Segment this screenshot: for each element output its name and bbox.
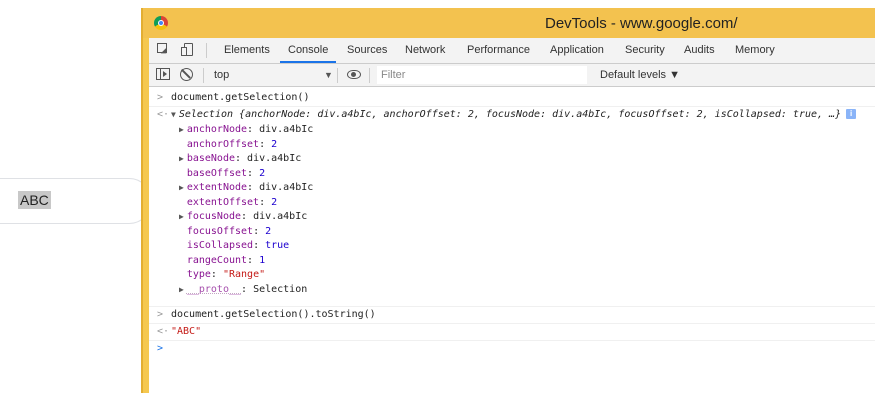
property-value: Selection (253, 283, 308, 295)
property-row: ▶type: "Range" (186, 269, 266, 280)
log-levels-dropdown[interactable]: Default levels ▼ (600, 64, 680, 86)
tab-application[interactable]: Application (542, 38, 612, 63)
console-input-line: > document.getSelection() (149, 91, 875, 105)
property-value: div.a4bIc (259, 124, 314, 135)
property-key: extentOffset (186, 196, 260, 208)
tab-network[interactable]: Network (397, 38, 453, 63)
property-value: div.a4bIc (247, 153, 302, 164)
window-title: DevTools - www.google.com/ (545, 15, 738, 32)
property-key: __proto__ (186, 283, 242, 295)
tab-audits[interactable]: Audits (676, 38, 723, 63)
property-value: div.a4bIc (253, 211, 308, 222)
property-row[interactable]: ▶ __proto__: Selection (149, 283, 875, 297)
console-prompt[interactable]: > (149, 342, 875, 356)
console-result-line-2: <· "ABC" (149, 325, 875, 339)
property-value: 2 (271, 196, 278, 208)
tab-performance[interactable]: Performance (459, 38, 538, 63)
console-divider (149, 306, 875, 307)
devtools-window: DevTools - www.google.com/ Elements Cons… (141, 8, 875, 393)
property-value: 2 (271, 138, 278, 150)
expand-triangle-icon[interactable]: ▶ (179, 183, 184, 192)
devtools-tab-bar: Elements Console Sources Network Perform… (149, 38, 875, 64)
property-value: "Range" (222, 269, 266, 280)
clear-console-icon[interactable] (180, 68, 193, 81)
property-row: ▶focusOffset: 2 (186, 225, 272, 237)
expand-triangle-icon[interactable]: ▶ (179, 212, 184, 221)
console-filter-input[interactable] (377, 66, 587, 84)
property-row: ▶anchorOffset: 2 (186, 138, 278, 150)
property-key: focusOffset (186, 225, 254, 237)
console-divider (149, 106, 875, 107)
live-expression-eye-icon[interactable] (347, 70, 361, 79)
property-row: ▶rangeCount: 1 (186, 254, 266, 266)
expand-triangle-icon[interactable]: ▼ (171, 110, 176, 119)
property-key: focusNode (186, 211, 242, 222)
tab-memory[interactable]: Memory (727, 38, 783, 63)
expand-triangle-icon[interactable]: ▶ (179, 154, 184, 163)
input-chevron-icon: > (157, 309, 164, 320)
tab-sources[interactable]: Sources (339, 38, 395, 63)
expand-triangle-icon[interactable]: ▶ (179, 125, 184, 134)
property-key: baseOffset (186, 167, 248, 179)
console-divider (149, 340, 875, 341)
property-key: anchorNode (186, 124, 248, 135)
tab-elements[interactable]: Elements (216, 38, 278, 63)
result-summary: {anchorNode: div.a4bIc, anchorOffset: 2,… (239, 109, 842, 120)
property-row[interactable]: ▶ focusNode: div.a4bIc (149, 210, 875, 224)
property-row[interactable]: ▶ anchorNode: div.a4bIc (149, 123, 875, 137)
property-key: isCollapsed (186, 240, 254, 251)
expand-triangle-icon[interactable]: ▶ (179, 285, 184, 294)
page-search-selected-text[interactable]: ABC (18, 191, 51, 209)
toolbar-separator (369, 68, 370, 83)
console-input-text: document.getSelection() (171, 92, 310, 103)
property-value: div.a4bIc (259, 182, 314, 193)
tab-security[interactable]: Security (617, 38, 673, 63)
property-key: type (186, 269, 211, 280)
console-result-string: "ABC" (171, 326, 202, 337)
title-bar[interactable]: DevTools - www.google.com/ (143, 8, 875, 38)
property-value: true (265, 240, 290, 251)
console-input-line-2: > document.getSelection().toString() (149, 308, 875, 322)
property-row: ▶isCollapsed: true (186, 240, 290, 251)
property-value: 1 (259, 254, 266, 266)
property-value: 2 (259, 167, 266, 179)
device-toolbar-icon[interactable] (181, 43, 195, 57)
property-row: ▶extentOffset: 2 (186, 196, 278, 208)
toolbar-separator (203, 68, 204, 83)
result-arrow-icon: <· (157, 109, 170, 120)
console-output[interactable]: > document.getSelection() <· ▼ Selection … (149, 87, 875, 393)
toolbar-separator (337, 68, 338, 83)
context-dropdown-arrow-icon[interactable]: ▼ (324, 64, 333, 86)
tab-console[interactable]: Console (280, 38, 337, 63)
console-input-text-2: document.getSelection().toString() (171, 309, 376, 320)
tab-separator (206, 43, 207, 58)
result-arrow-icon: <· (157, 326, 170, 337)
show-console-sidebar-icon[interactable] (156, 68, 170, 80)
inspect-element-icon[interactable] (157, 43, 171, 57)
info-icon[interactable]: i (846, 109, 857, 119)
property-row[interactable]: ▶ baseNode: div.a4bIc (149, 152, 875, 166)
result-type: Selection (178, 109, 234, 120)
console-toolbar: top ▼ Default levels ▼ (149, 64, 875, 87)
property-key: anchorOffset (186, 138, 260, 150)
property-row[interactable]: ▶ extentNode: div.a4bIc (149, 181, 875, 195)
chrome-icon (154, 16, 168, 30)
prompt-chevron-icon: > (157, 343, 164, 354)
input-chevron-icon: > (157, 92, 164, 103)
property-key: extentNode (186, 182, 248, 193)
property-value: 2 (265, 225, 272, 237)
console-divider (149, 323, 875, 324)
property-row: ▶baseOffset: 2 (186, 167, 266, 179)
property-key: rangeCount (186, 254, 248, 266)
console-result-line[interactable]: <· ▼ Selection {anchorNode: div.a4bIc, an… (149, 108, 875, 122)
javascript-context-select[interactable]: top (214, 64, 334, 86)
property-key: baseNode (186, 153, 235, 164)
devtools-panel: Elements Console Sources Network Perform… (149, 38, 875, 393)
